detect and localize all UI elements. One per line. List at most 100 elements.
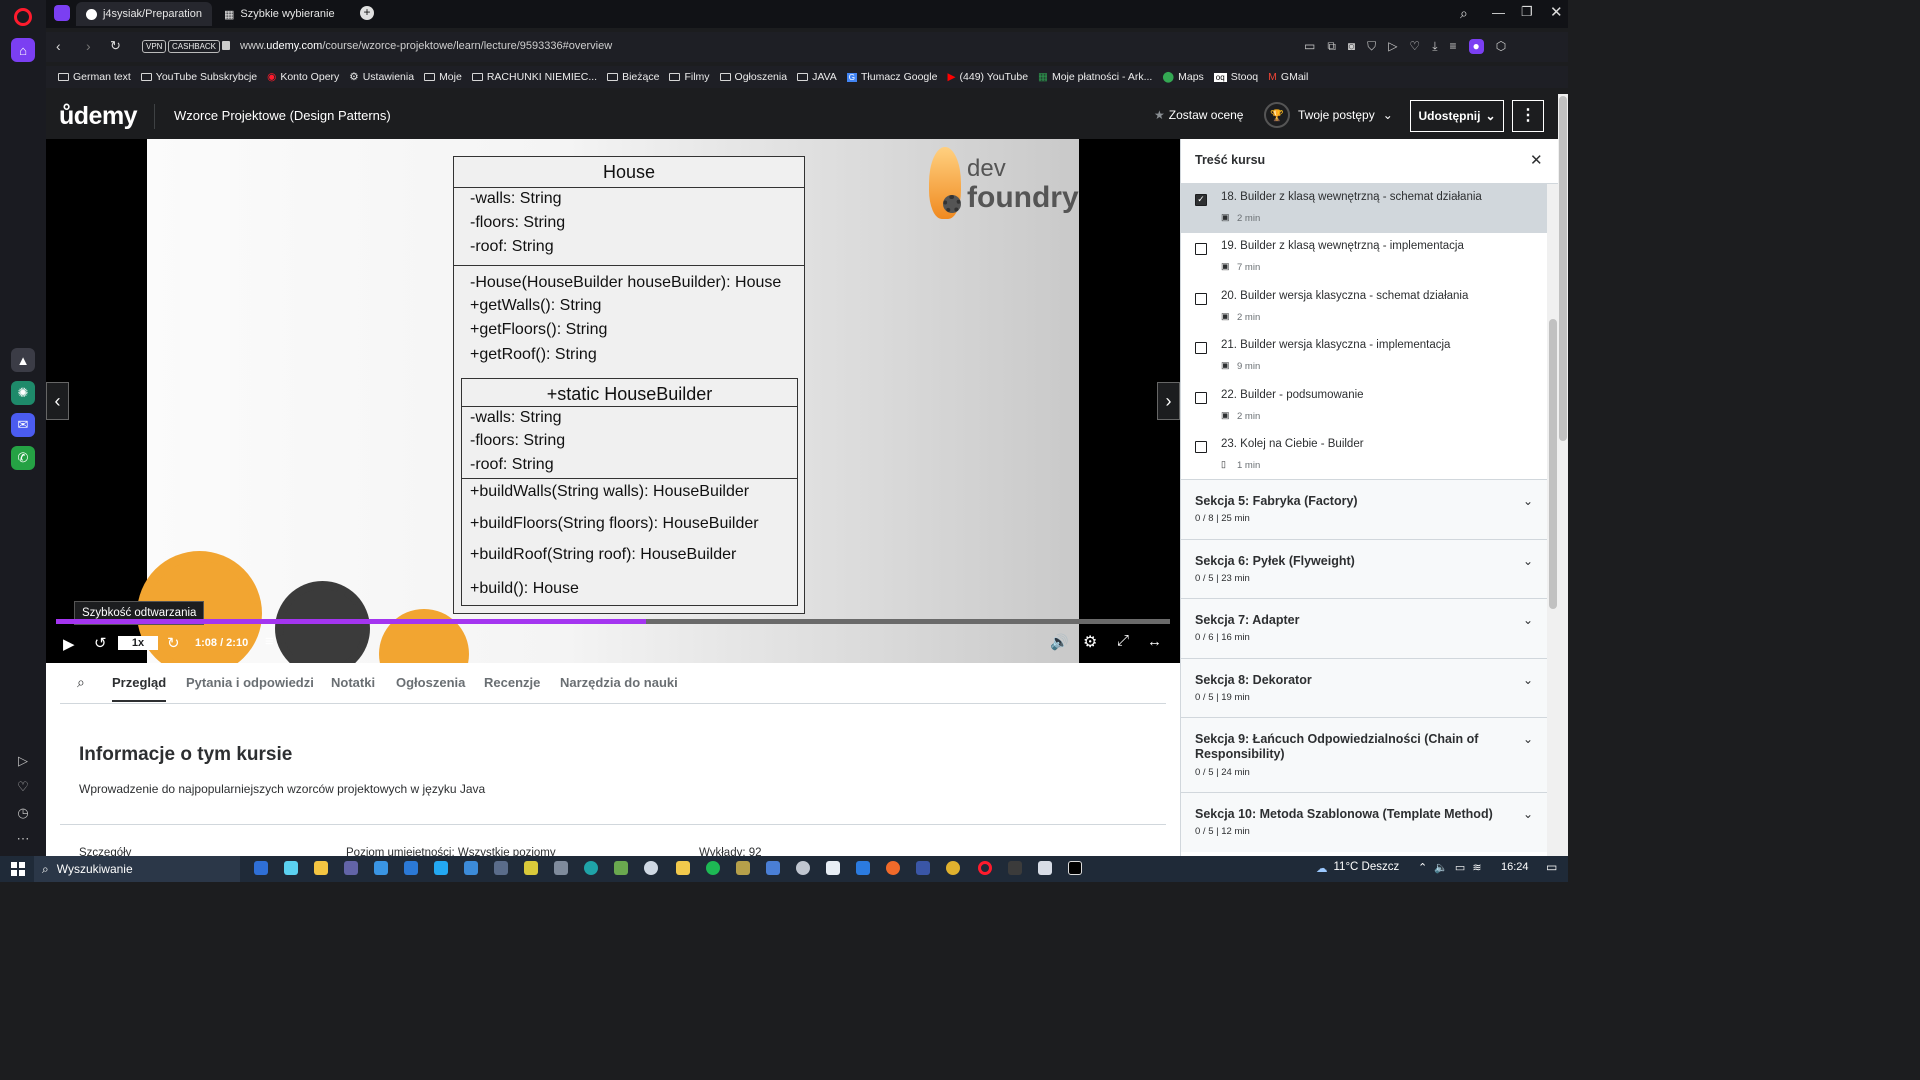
url-field[interactable]: www.udemy.com/course/wzorce-projektowe/l… bbox=[240, 40, 612, 52]
bookmark[interactable]: G Tłumacz Google bbox=[846, 71, 937, 83]
chevron-down-icon[interactable]: ⌄ bbox=[1523, 554, 1533, 568]
app-icon[interactable] bbox=[886, 861, 900, 875]
home-icon[interactable]: ⌂ bbox=[11, 38, 35, 62]
lecture-checkbox[interactable] bbox=[1195, 243, 1207, 256]
speed-button[interactable]: 1x bbox=[118, 636, 158, 650]
extensions-icon[interactable]: ⬡ bbox=[1496, 39, 1506, 54]
lecture-item[interactable]: 20. Builder wersja klasyczna - schemat d… bbox=[1181, 283, 1547, 332]
app-icon[interactable] bbox=[464, 861, 478, 875]
lecture-item[interactable]: 22. Builder - podsumowanie ▣ 2 min bbox=[1181, 382, 1547, 431]
app-icon[interactable] bbox=[404, 861, 418, 875]
chevron-down-icon[interactable]: ⌄ bbox=[1523, 807, 1533, 821]
back-button[interactable]: ‹ bbox=[56, 38, 61, 54]
terminal-icon[interactable] bbox=[1008, 861, 1022, 875]
app-icon[interactable] bbox=[554, 861, 568, 875]
teams-icon[interactable] bbox=[344, 861, 358, 875]
tab-announcements[interactable]: Ogłoszenia bbox=[396, 675, 465, 690]
volume-icon[interactable]: 🔊 bbox=[1050, 633, 1069, 651]
bookmark[interactable]: JAVA bbox=[797, 71, 837, 83]
lecture-checkbox[interactable] bbox=[1195, 391, 1207, 404]
whatsapp-icon[interactable]: ✆ bbox=[11, 446, 35, 470]
app-icon[interactable] bbox=[524, 861, 538, 875]
section-item[interactable]: Sekcja 6: Pyłek (Flyweight) 0 / 5 | 23 mi… bbox=[1181, 538, 1547, 598]
app-icon[interactable] bbox=[284, 861, 298, 875]
tab-reviews[interactable]: Recenzje bbox=[484, 675, 540, 690]
vpn-badge[interactable]: VPN bbox=[142, 40, 167, 53]
app-icon[interactable] bbox=[796, 861, 810, 875]
settings-icon[interactable]: ⚙ bbox=[1083, 632, 1097, 652]
menu-icon[interactable]: ≡ bbox=[1450, 39, 1457, 54]
rewind-icon[interactable]: ↺ bbox=[94, 634, 107, 652]
profile-icon[interactable]: ● bbox=[1468, 39, 1484, 54]
bookmark[interactable]: YouTube Subskrybcje bbox=[140, 71, 257, 83]
shield-icon[interactable]: ⛉ bbox=[1367, 39, 1376, 54]
section-item[interactable]: Sekcja 5: Fabryka (Factory) 0 / 8 | 25 mi… bbox=[1181, 479, 1547, 539]
search-icon[interactable]: ⌕ bbox=[77, 674, 85, 691]
lecture-checkbox[interactable] bbox=[1195, 342, 1207, 355]
new-tab-button[interactable]: + bbox=[360, 6, 374, 20]
app-icon[interactable] bbox=[826, 861, 840, 875]
tab-github[interactable]: j4sysiak/Preparation bbox=[76, 2, 212, 26]
bookmark[interactable]: Bieżące bbox=[607, 71, 659, 83]
reader-icon[interactable]: ▭ bbox=[1304, 39, 1315, 54]
notification-icon[interactable]: ▭ bbox=[1546, 860, 1557, 874]
volume-icon[interactable]: 🔈 bbox=[1434, 861, 1448, 874]
play-button[interactable]: ▶ bbox=[63, 635, 75, 653]
spotify-icon[interactable] bbox=[706, 861, 720, 875]
battery-icon[interactable]: ▭ bbox=[1455, 861, 1465, 874]
scrollbar-thumb[interactable] bbox=[1549, 319, 1557, 609]
intellij-icon[interactable] bbox=[1068, 861, 1082, 875]
tab-qa[interactable]: Pytania i odpowiedzi bbox=[186, 675, 314, 690]
lecture-item[interactable]: 21. Builder wersja klasyczna - implement… bbox=[1181, 332, 1547, 381]
close-window-button[interactable]: ✕ bbox=[1550, 3, 1563, 21]
section-item[interactable]: Sekcja 8: Dekorator 0 / 5 | 19 min ⌄ bbox=[1181, 657, 1547, 717]
video-player[interactable]: dev foundry House -walls: String -floors… bbox=[46, 139, 1180, 663]
messenger-icon[interactable]: ✉ bbox=[11, 413, 35, 437]
app-icon[interactable] bbox=[314, 861, 328, 875]
next-lecture-button[interactable]: › bbox=[1157, 382, 1180, 420]
forward-button[interactable]: › bbox=[86, 38, 91, 54]
udemy-logo[interactable]: ůdemy bbox=[59, 102, 138, 131]
bookmark[interactable]: ◉ Konto Opery bbox=[267, 71, 339, 83]
camera-icon[interactable]: ◙ bbox=[1348, 39, 1355, 54]
app-icon[interactable] bbox=[856, 861, 870, 875]
progress-button[interactable]: 🏆 Twoje postępy ⌄ bbox=[1264, 102, 1393, 128]
bookmark[interactable]: German text bbox=[58, 71, 131, 83]
chevron-down-icon[interactable]: ⌄ bbox=[1523, 732, 1533, 746]
progress-bar[interactable] bbox=[56, 619, 1170, 624]
app-icon[interactable] bbox=[916, 861, 930, 875]
wifi-icon[interactable]: ≋ bbox=[1472, 861, 1481, 874]
app-icon[interactable] bbox=[766, 861, 780, 875]
download-icon[interactable]: ⤓ bbox=[1432, 39, 1437, 54]
bookmark[interactable]: ▶ (449) YouTube bbox=[947, 71, 1028, 83]
bookmark[interactable]: ⚙ Ustawienia bbox=[349, 71, 414, 83]
chevron-up-icon[interactable]: ⌃ bbox=[1418, 861, 1427, 874]
notes-icon[interactable]: ≡ bbox=[265, 633, 274, 650]
clock[interactable]: 16:24 bbox=[1501, 861, 1529, 873]
play-icon[interactable]: ▷ bbox=[1388, 39, 1397, 54]
lecture-item[interactable]: ✓ 18. Builder z klasą wewnętrzną - schema… bbox=[1181, 184, 1547, 233]
close-sidebar-button[interactable]: ✕ bbox=[1530, 151, 1543, 169]
prev-lecture-button[interactable]: ‹ bbox=[46, 382, 69, 420]
page-scrollbar[interactable] bbox=[1558, 94, 1568, 856]
course-title[interactable]: Wzorce Projektowe (Design Patterns) bbox=[174, 108, 391, 123]
reload-button[interactable]: ↻ bbox=[110, 38, 121, 54]
lecture-checkbox[interactable]: ✓ bbox=[1195, 194, 1207, 206]
tab-speed-dial[interactable]: ▦ Szybkie wybieranie bbox=[214, 2, 354, 26]
bookmark[interactable]: ⬤ Maps bbox=[1162, 71, 1203, 83]
edge-icon[interactable] bbox=[584, 861, 598, 875]
section-item[interactable]: Sekcja 9: Łańcuch Odpowiedzialności (Cha… bbox=[1181, 717, 1547, 792]
app-icon[interactable] bbox=[1038, 861, 1052, 875]
lecture-item[interactable]: 23. Kolej na Ciebie - Builder ▯ 1 min bbox=[1181, 431, 1547, 480]
tab-notes[interactable]: Notatki bbox=[331, 675, 375, 690]
maximize-button[interactable]: ❐ bbox=[1521, 4, 1533, 20]
bookmark[interactable]: Ogłoszenia bbox=[719, 71, 787, 83]
cashback-badge[interactable]: CASHBACK bbox=[168, 40, 221, 53]
app-icon[interactable] bbox=[644, 861, 658, 875]
lecture-checkbox[interactable] bbox=[1195, 292, 1207, 305]
fullscreen-icon[interactable]: ⤢ bbox=[1117, 632, 1129, 649]
search-tabs-icon[interactable]: ⌕ bbox=[1460, 5, 1468, 22]
bookmark[interactable]: ▦ Moje płatności - Ark... bbox=[1038, 71, 1152, 83]
tab-overview[interactable]: Przegląd bbox=[112, 675, 167, 702]
history-icon[interactable]: ◷ bbox=[11, 801, 35, 825]
